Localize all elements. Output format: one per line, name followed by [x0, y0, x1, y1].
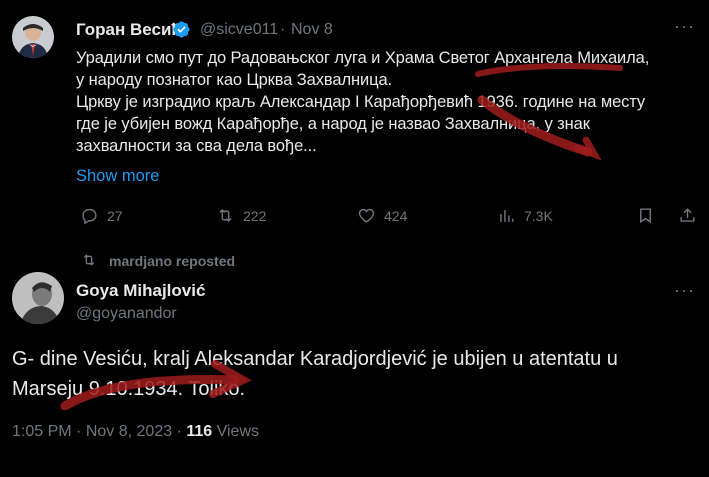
tweet1-line: захвалности за сва дела вође...: [76, 137, 317, 155]
share-icon: [680, 208, 695, 222]
like-count: 424: [384, 207, 408, 224]
tweet2-author-handle[interactable]: @goyanandor: [76, 305, 177, 323]
tweet2-views-label: Views: [216, 423, 259, 440]
tweet1-body: Урадили смо пут до Радовањског луга и Хр…: [76, 47, 701, 157]
reply-icon: [82, 208, 97, 225]
tweet2-meta: 1:05 PM · Nov 8, 2023 · 116 Views: [12, 423, 259, 441]
tweet2-author-name[interactable]: Goya Mihajlović: [76, 281, 205, 301]
tweet2-body: G- dine Vesiću, kralj Aleksandar Karadjo…: [12, 344, 702, 404]
tweet2-time[interactable]: 1:05 PM: [12, 423, 72, 440]
repost-icon: [219, 208, 232, 223]
tweet1-author-handle[interactable]: @sicve011: [200, 21, 278, 39]
tweet2-line: Marseju 9.10.1934. Toliko.: [12, 378, 246, 400]
analytics-icon: [500, 209, 514, 222]
avatar-goran-vesic[interactable]: [12, 16, 54, 58]
repost-banner-text[interactable]: mardjano reposted: [109, 253, 235, 269]
tweet2-separator: ·: [76, 423, 82, 440]
tweet1-line: Цркву је изградио краљ Александар I Кара…: [76, 93, 646, 111]
tweet2-more-options-icon[interactable]: ···: [674, 280, 695, 301]
tweet1-more-options-icon[interactable]: ···: [674, 16, 695, 37]
repost-banner-icon: [81, 252, 97, 273]
verified-badge-icon: [172, 20, 191, 39]
bookmark-button[interactable]: [636, 206, 655, 225]
repost-button[interactable]: 222: [216, 206, 266, 225]
tweet2-date[interactable]: Nov 8, 2023: [86, 423, 172, 440]
views-button[interactable]: 7.3K: [497, 206, 553, 225]
avatar-image: [12, 16, 54, 58]
heart-icon: [358, 208, 375, 223]
reply-button[interactable]: 27: [80, 206, 123, 225]
like-button[interactable]: 424: [357, 206, 407, 225]
tweet1-line: Урадили смо пут до Радовањског луга и Хр…: [76, 49, 650, 67]
reply-count: 27: [107, 207, 123, 224]
share-button[interactable]: [678, 206, 697, 225]
tweet2-views-count: 116: [186, 423, 213, 440]
repost-count: 222: [243, 207, 267, 224]
avatar-image: [12, 272, 64, 324]
tweet2-separator: ·: [176, 423, 182, 440]
view-count: 7.3K: [524, 207, 553, 224]
tweet1-line: у народу познатог као Црква Захвалница.: [76, 71, 393, 89]
bookmark-icon: [640, 208, 651, 224]
show-more-link[interactable]: Show more: [76, 167, 159, 186]
tweet2-line: G- dine Vesiću, kralj Aleksandar Karadjo…: [12, 348, 618, 370]
tweet1-date[interactable]: Nov 8: [291, 21, 333, 39]
tweet1-separator: ·: [280, 21, 286, 38]
tweet1-author-name[interactable]: Горан Весић: [76, 20, 182, 40]
tweet1-line: где је убијен вожд Карађорђе, а народ је…: [76, 115, 590, 133]
avatar-goya-mihajlovic[interactable]: [12, 272, 64, 324]
